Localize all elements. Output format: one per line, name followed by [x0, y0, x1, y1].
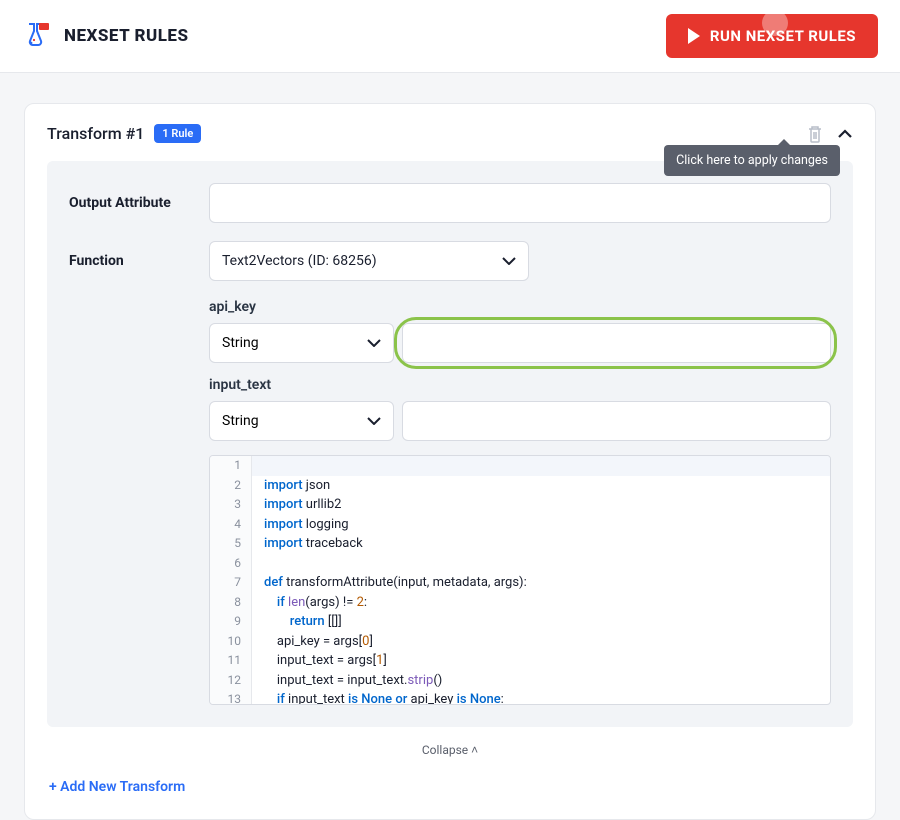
chevron-down-icon [367, 417, 381, 425]
output-attribute-row: Output Attribute [69, 183, 831, 223]
chevron-down-icon [502, 257, 516, 265]
page-title: NEXSET RULES [64, 26, 189, 46]
param-input-text: input_text String [209, 377, 831, 441]
chevron-down-icon [367, 339, 381, 347]
function-value: Text2Vectors (ID: 68256) [222, 253, 377, 269]
value-input-api-key[interactable] [402, 323, 831, 363]
output-attribute-input[interactable] [209, 183, 831, 223]
add-transform-link[interactable]: + Add New Transform [47, 763, 853, 799]
type-value: String [222, 413, 259, 429]
value-input-input-text[interactable] [402, 401, 831, 441]
code-editor[interactable]: 1 2import json3import urllib24import log… [209, 455, 831, 705]
param-row-input-text: String [209, 401, 831, 441]
function-label: Function [69, 253, 209, 269]
param-api-key: api_key String [209, 299, 831, 363]
rule-count-badge: 1 Rule [154, 124, 201, 143]
function-row: Function Text2Vectors (ID: 68256) [69, 241, 831, 281]
type-select-api-key[interactable]: String [209, 323, 394, 363]
content-area: Click here to apply changes Transform #1… [0, 73, 900, 820]
play-icon [688, 28, 700, 44]
param-label: api_key [209, 299, 831, 315]
transform-title: Transform #1 [47, 124, 144, 143]
card-header-right [807, 125, 853, 143]
collapse-link[interactable]: Collapse ˄ [47, 727, 853, 763]
output-attribute-label: Output Attribute [69, 195, 209, 211]
type-select-input-text[interactable]: String [209, 401, 394, 441]
run-tooltip: Click here to apply changes [664, 145, 840, 176]
flask-icon [22, 21, 52, 51]
params-area: api_key String input_text [69, 299, 831, 705]
type-value: String [222, 335, 259, 351]
collapse-label: Collapse [422, 743, 468, 757]
header-bar: NEXSET RULES RUN NEXSET RULES [0, 0, 900, 73]
highlight-dot [762, 10, 788, 36]
collapse-icon[interactable] [837, 129, 853, 139]
card-header-left: Transform #1 1 Rule [47, 124, 201, 143]
run-nexset-rules-button[interactable]: RUN NEXSET RULES [666, 14, 878, 58]
rule-body: Output Attribute Function Text2Vectors (… [47, 161, 853, 727]
header-left: NEXSET RULES [22, 21, 189, 51]
param-label: input_text [209, 377, 831, 393]
param-row-api-key: String [209, 323, 831, 363]
card-header: Transform #1 1 Rule [47, 124, 853, 143]
chevron-up-icon: ˄ [471, 743, 478, 757]
trash-icon[interactable] [807, 125, 823, 143]
transform-card: Transform #1 1 Rule Output Attribute Fun… [24, 103, 876, 820]
function-select[interactable]: Text2Vectors (ID: 68256) [209, 241, 529, 281]
